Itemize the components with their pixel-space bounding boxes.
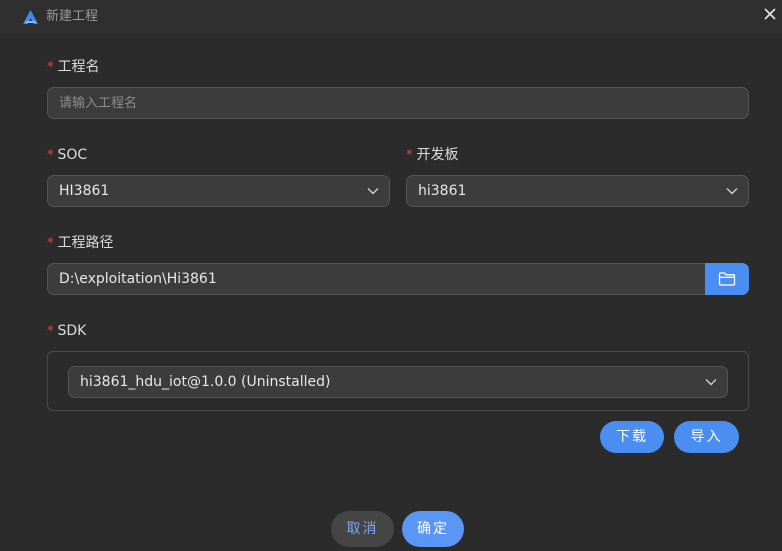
required-marker: * — [47, 236, 54, 251]
soc-label-text: SOC — [57, 147, 88, 163]
sdk-label: * SDK — [47, 322, 86, 341]
chevron-down-icon — [367, 188, 379, 195]
project-name-label-text: 工程名 — [57, 59, 100, 75]
board-selected-value: hi3861 — [418, 183, 467, 199]
sdk-panel: hi3861_hdu_iot@1.0.0 (Uninstalled) — [47, 351, 749, 411]
required-marker: * — [47, 60, 54, 75]
required-marker: * — [47, 324, 54, 339]
chevron-down-icon — [726, 188, 738, 195]
board-label: * 开发板 — [406, 146, 459, 165]
project-name-input[interactable]: 请输入工程名 — [47, 87, 749, 119]
project-path-value: D:\exploitation\Hi3861 — [59, 271, 217, 287]
sdk-label-text: SDK — [57, 323, 87, 339]
cancel-button[interactable]: 取消 — [331, 511, 394, 547]
project-path-input[interactable]: D:\exploitation\Hi3861 — [47, 263, 706, 295]
close-button[interactable] — [760, 5, 780, 25]
folder-icon — [718, 272, 736, 286]
project-name-placeholder: 请输入工程名 — [59, 96, 138, 111]
download-sdk-button[interactable]: 下载 — [600, 421, 664, 453]
board-select[interactable]: hi3861 — [406, 175, 749, 207]
confirm-button[interactable]: 确定 — [402, 511, 464, 547]
soc-selected-value: HI3861 — [59, 183, 110, 199]
soc-select[interactable]: HI3861 — [47, 175, 390, 207]
project-name-label: * 工程名 — [47, 58, 100, 77]
new-project-dialog: 新建工程 * 工程名 请输入工程名 * SOC HI3861 * 开发板 hi3861… — [0, 0, 782, 551]
sdk-select[interactable]: hi3861_hdu_iot@1.0.0 (Uninstalled) — [68, 366, 728, 398]
project-path-label: * 工程路径 — [47, 234, 114, 253]
soc-label: * SOC — [47, 146, 87, 165]
close-icon — [764, 8, 776, 20]
chevron-down-icon — [705, 379, 717, 386]
required-marker: * — [47, 148, 54, 163]
board-label-text: 开发板 — [416, 147, 459, 163]
title-bar: 新建工程 — [0, 0, 782, 34]
import-sdk-button[interactable]: 导入 — [674, 421, 739, 453]
browse-folder-button[interactable] — [705, 263, 749, 295]
project-path-label-text: 工程路径 — [57, 235, 114, 251]
dialog-title: 新建工程 — [46, 9, 99, 24]
required-marker: * — [406, 148, 413, 163]
sdk-selected-value: hi3861_hdu_iot@1.0.0 (Uninstalled) — [80, 374, 331, 390]
app-logo-icon — [23, 10, 38, 24]
